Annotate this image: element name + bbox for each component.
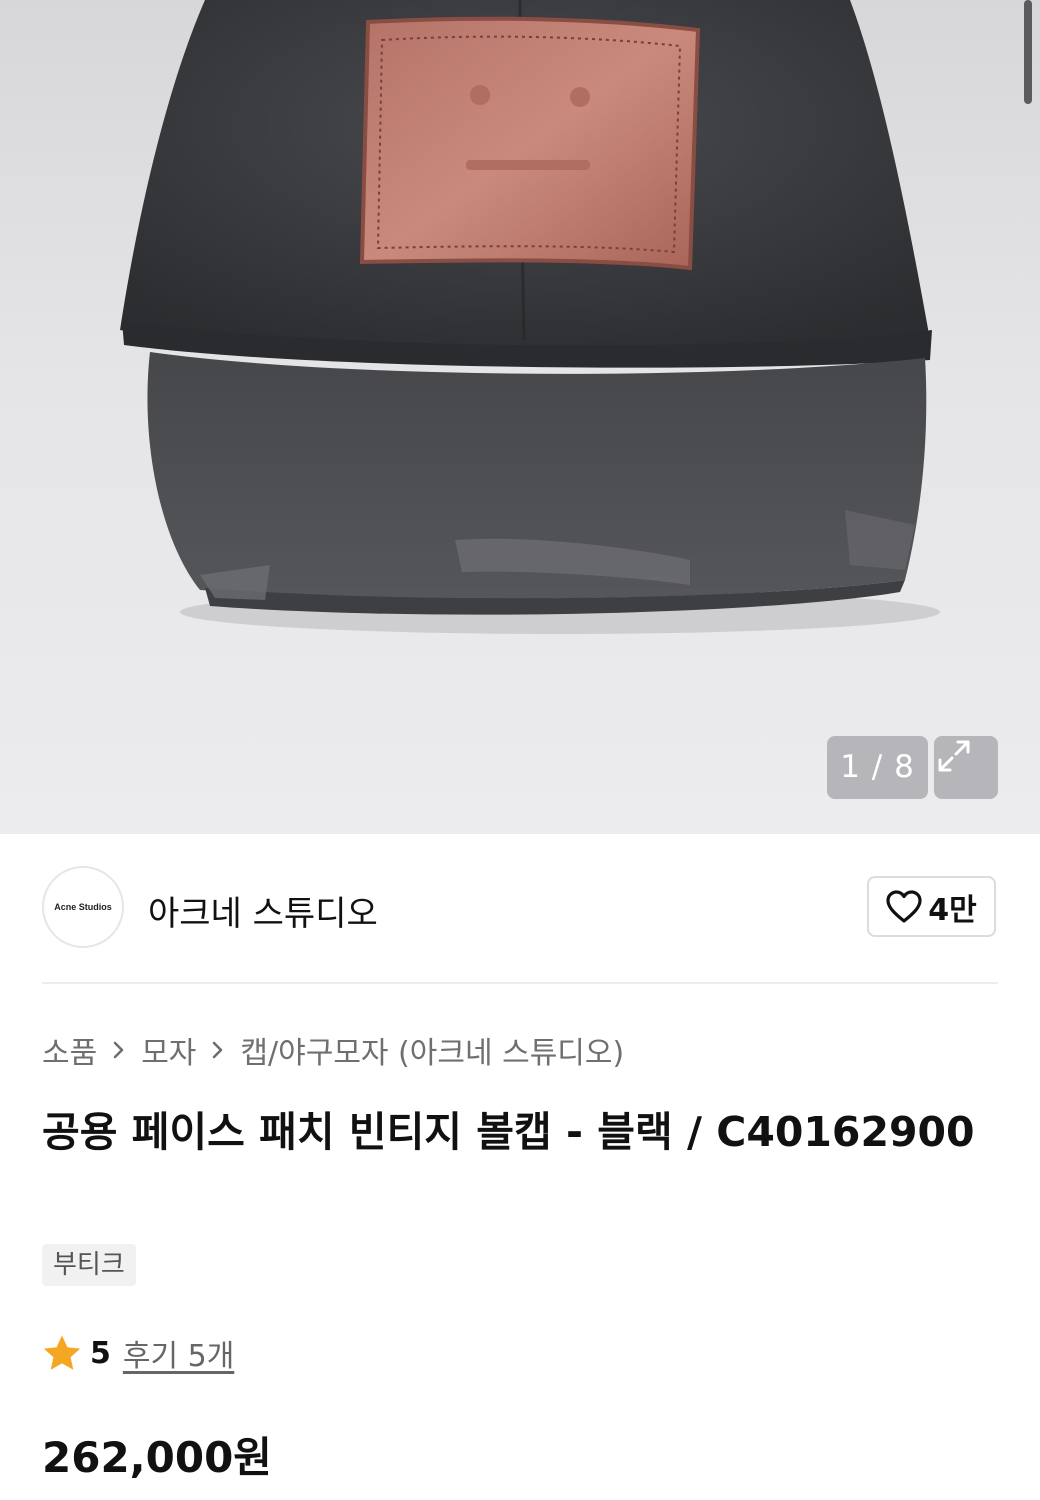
star-icon [43,1335,81,1370]
boutique-tag: 부티크 [42,1244,136,1286]
rating-row: 5 후기 5개 [42,1330,234,1376]
heart-outline-icon [886,889,922,923]
product-page: 1 / 8 Acne Studios 아크네 스튜디오 4만 소품 모자 캡/야… [0,0,1040,1500]
product-image[interactable] [0,0,1040,834]
brand-name[interactable]: 아크네 스튜디오 [148,886,378,935]
chevron-right-icon [210,1038,226,1062]
image-counter: 1 / 8 [827,736,928,799]
divider [42,982,998,984]
like-button[interactable]: 4만 [867,876,996,937]
product-price: 262,000원 [42,1433,272,1482]
like-count: 4만 [928,892,977,928]
review-link[interactable]: 후기 5개 [123,1331,234,1375]
breadcrumb-item-hats[interactable]: 모자 [141,1028,196,1072]
rating-value: 5 [90,1335,111,1371]
expand-arrows-icon [938,740,970,772]
product-title: 공용 페이스 패치 빈티지 볼캡 - 블랙 / C40162900 [42,1108,975,1156]
brand-row: Acne Studios 아크네 스튜디오 4만 [42,866,998,950]
product-image-viewer[interactable]: 1 / 8 [0,0,1040,834]
chevron-right-icon [111,1038,127,1062]
brand-logo[interactable]: Acne Studios [42,866,124,948]
expand-image-button[interactable] [934,736,998,799]
breadcrumb-item-accessories[interactable]: 소품 [42,1028,97,1072]
breadcrumb-item-caps[interactable]: 캡/야구모자 (아크네 스튜디오) [240,1028,624,1072]
scrollbar[interactable] [1024,0,1032,104]
breadcrumb: 소품 모자 캡/야구모자 (아크네 스튜디오) [42,1028,624,1072]
